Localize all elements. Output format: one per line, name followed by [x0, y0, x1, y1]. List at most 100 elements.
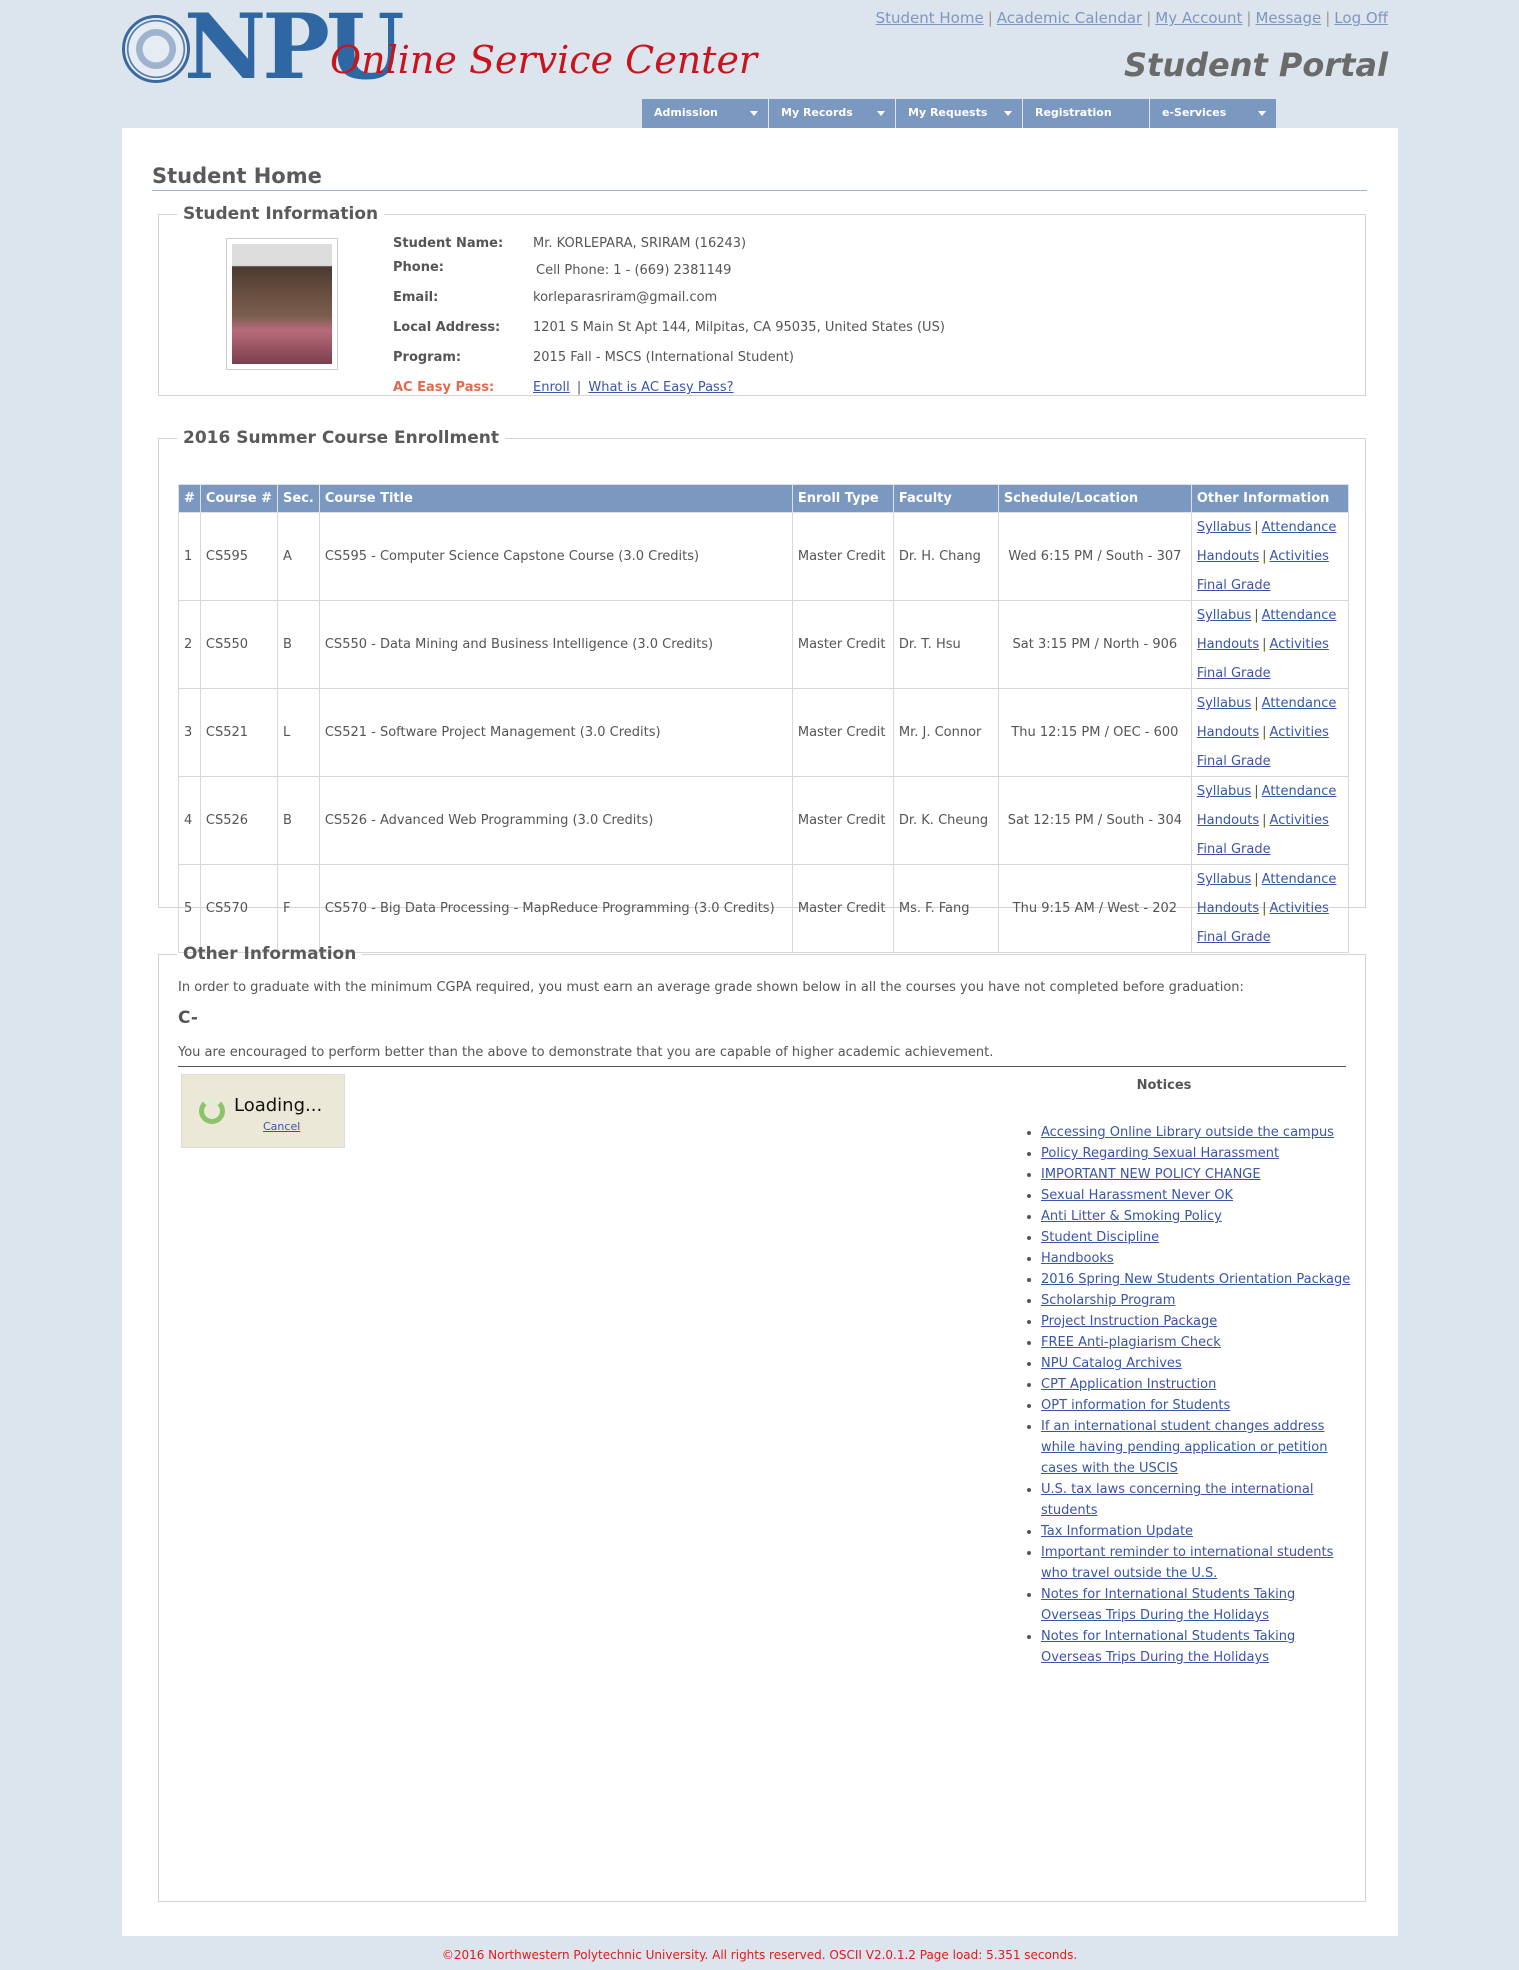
- list-item: Tax Information Update: [1041, 1521, 1359, 1542]
- list-item: Notes for International Students Taking …: [1041, 1626, 1359, 1668]
- final-grade-link[interactable]: Final Grade: [1197, 754, 1271, 769]
- link-separator: |: [1262, 637, 1267, 652]
- notice-link[interactable]: Scholarship Program: [1041, 1293, 1175, 1308]
- top-link-message[interactable]: Message: [1255, 9, 1321, 27]
- course-title-cell: CS570 - Big Data Processing - MapReduce …: [318, 864, 793, 953]
- row-number-cell: 2: [178, 600, 201, 689]
- npu-logo[interactable]: NPU Online Service Center: [122, 2, 757, 92]
- activities-link[interactable]: Activities: [1270, 725, 1329, 740]
- activities-link[interactable]: Activities: [1270, 637, 1329, 652]
- link-separator: |: [1262, 549, 1267, 564]
- menu-label: My Records: [781, 106, 853, 119]
- table-row: 1 CS595 A CS595 - Computer Science Capstone…: [178, 512, 1349, 601]
- notice-link[interactable]: Important reminder to international stud…: [1041, 1545, 1333, 1581]
- university-seal-icon: [122, 15, 190, 83]
- list-item: Scholarship Program: [1041, 1290, 1359, 1311]
- syllabus-link[interactable]: Syllabus: [1197, 872, 1251, 887]
- top-link-my-account[interactable]: My Account: [1155, 9, 1242, 27]
- schedule-location-cell: Sat 12:15 PM / South - 304: [997, 776, 1192, 865]
- loading-text: Loading...: [234, 1095, 323, 1116]
- notice-link[interactable]: FREE Anti-plagiarism Check: [1041, 1335, 1221, 1350]
- notice-link[interactable]: OPT information for Students: [1041, 1398, 1230, 1413]
- notice-link[interactable]: Policy Regarding Sexual Harassment: [1041, 1146, 1279, 1161]
- attendance-link[interactable]: Attendance: [1262, 784, 1337, 799]
- notice-link[interactable]: Anti Litter & Smoking Policy: [1041, 1209, 1222, 1224]
- activities-link[interactable]: Activities: [1270, 549, 1329, 564]
- other-information-cell: Syllabus | Attendance Handouts | Activities Fi…: [1190, 864, 1349, 953]
- top-link-academic-calendar[interactable]: Academic Calendar: [997, 9, 1142, 27]
- notice-link[interactable]: If an international student changes addr…: [1041, 1419, 1327, 1476]
- section-cell: B: [277, 600, 320, 689]
- schedule-location-cell: Wed 6:15 PM / South - 307: [997, 512, 1192, 601]
- notice-link[interactable]: Project Instruction Package: [1041, 1314, 1217, 1329]
- menu-label: e-Services: [1162, 106, 1227, 119]
- link-separator: |: [1254, 696, 1259, 711]
- list-item: NPU Catalog Archives: [1041, 1353, 1359, 1374]
- notice-link[interactable]: 2016 Spring New Students Orientation Pac…: [1041, 1272, 1350, 1287]
- menu-registration[interactable]: Registration: [1023, 99, 1149, 128]
- notice-link[interactable]: Sexual Harassment Never OK: [1041, 1188, 1233, 1203]
- syllabus-link[interactable]: Syllabus: [1197, 696, 1251, 711]
- handouts-link[interactable]: Handouts: [1197, 901, 1259, 916]
- loading-cancel-link[interactable]: Cancel: [263, 1120, 300, 1133]
- notice-link[interactable]: Student Discipline: [1041, 1230, 1159, 1245]
- link-separator: |: [1246, 9, 1252, 27]
- notice-link[interactable]: CPT Application Instruction: [1041, 1377, 1216, 1392]
- notice-link[interactable]: Tax Information Update: [1041, 1524, 1193, 1539]
- top-link-student-home[interactable]: Student Home: [876, 9, 984, 27]
- required-grade: C-: [178, 1008, 198, 1028]
- portal-title: Student Portal: [1123, 46, 1388, 84]
- section-cell: A: [277, 512, 320, 601]
- notice-link[interactable]: Notes for International Students Taking …: [1041, 1587, 1295, 1623]
- final-grade-link[interactable]: Final Grade: [1197, 930, 1271, 945]
- notice-link[interactable]: Accessing Online Library outside the cam…: [1041, 1125, 1334, 1140]
- final-grade-link[interactable]: Final Grade: [1197, 666, 1271, 681]
- attendance-link[interactable]: Attendance: [1262, 520, 1337, 535]
- menu-admission[interactable]: Admission: [642, 99, 768, 128]
- handouts-link[interactable]: Handouts: [1197, 813, 1259, 828]
- menu-label: Registration: [1035, 106, 1112, 119]
- chevron-down-icon: [877, 111, 885, 116]
- syllabus-link[interactable]: Syllabus: [1197, 608, 1251, 623]
- other-information-cell: Syllabus | Attendance Handouts | Activities Fi…: [1190, 600, 1349, 689]
- program-value: 2015 Fall - MSCS (International Student): [533, 350, 794, 365]
- syllabus-link[interactable]: Syllabus: [1197, 520, 1251, 535]
- handouts-link[interactable]: Handouts: [1197, 637, 1259, 652]
- final-grade-link[interactable]: Final Grade: [1197, 842, 1271, 857]
- link-separator: |: [1254, 784, 1259, 799]
- attendance-link[interactable]: Attendance: [1262, 696, 1337, 711]
- section-cell: B: [277, 776, 320, 865]
- what-is-easy-pass-link[interactable]: What is AC Easy Pass?: [588, 380, 733, 395]
- notice-link[interactable]: U.S. tax laws concerning the internation…: [1041, 1482, 1313, 1518]
- easy-pass-label: AC Easy Pass:: [393, 380, 495, 395]
- email-value: korleparasriram@gmail.com: [533, 290, 718, 305]
- info-label: Program:: [393, 350, 462, 365]
- final-grade-link[interactable]: Final Grade: [1197, 578, 1271, 593]
- link-separator: |: [1254, 520, 1259, 535]
- notice-link[interactable]: Handbooks: [1041, 1251, 1114, 1266]
- menu-e-services[interactable]: e-Services: [1150, 99, 1276, 128]
- list-item: OPT information for Students: [1041, 1395, 1359, 1416]
- info-label: Phone:: [393, 260, 444, 275]
- enroll-type-cell: Master Credit: [791, 864, 894, 953]
- course-title-cell: CS526 - Advanced Web Programming (3.0 Cr…: [318, 776, 793, 865]
- activities-link[interactable]: Activities: [1270, 813, 1329, 828]
- notice-link[interactable]: IMPORTANT NEW POLICY CHANGE: [1041, 1167, 1261, 1182]
- list-item: Notes for International Students Taking …: [1041, 1584, 1359, 1626]
- attendance-link[interactable]: Attendance: [1262, 872, 1337, 887]
- handouts-link[interactable]: Handouts: [1197, 549, 1259, 564]
- student-photo: [226, 238, 338, 370]
- list-item: If an international student changes addr…: [1041, 1416, 1359, 1479]
- course-number-cell: CS526: [199, 776, 279, 865]
- list-item: 2016 Spring New Students Orientation Pac…: [1041, 1269, 1359, 1290]
- menu-my-requests[interactable]: My Requests: [896, 99, 1022, 128]
- attendance-link[interactable]: Attendance: [1262, 608, 1337, 623]
- notice-link[interactable]: Notes for International Students Taking …: [1041, 1629, 1295, 1665]
- top-link-log-off[interactable]: Log Off: [1334, 9, 1388, 27]
- syllabus-link[interactable]: Syllabus: [1197, 784, 1251, 799]
- notice-link[interactable]: NPU Catalog Archives: [1041, 1356, 1182, 1371]
- handouts-link[interactable]: Handouts: [1197, 725, 1259, 740]
- enroll-link[interactable]: Enroll: [533, 380, 570, 395]
- activities-link[interactable]: Activities: [1270, 901, 1329, 916]
- menu-my-records[interactable]: My Records: [769, 99, 895, 128]
